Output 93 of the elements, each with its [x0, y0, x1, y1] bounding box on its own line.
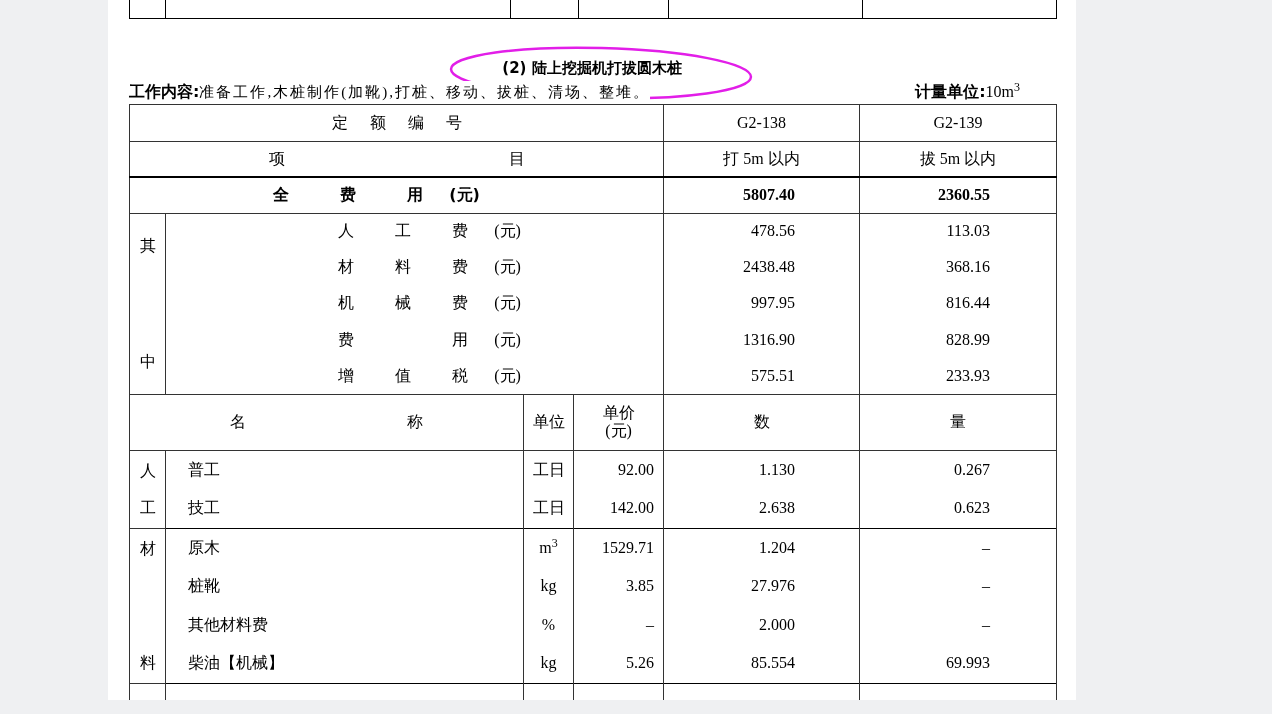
cell-text: 机	[338, 293, 355, 314]
cell-text: 费	[452, 257, 469, 278]
cell-text: 5807.40	[743, 186, 795, 204]
cell-text: (元)	[494, 365, 521, 387]
cell-text: 工日	[532, 499, 565, 517]
cell-text: 工日	[532, 460, 565, 478]
cell-text: 数	[753, 413, 770, 430]
cell-text: G2-138	[737, 113, 786, 131]
cell-text: 113.03	[946, 222, 990, 240]
cell-text: 技工	[188, 499, 220, 517]
cell-text: 2.638	[759, 499, 795, 517]
cell-text: 料	[139, 652, 156, 673]
cell-text: 号	[445, 112, 462, 133]
cell-text: 打 5m 以内	[723, 149, 800, 167]
cell-text: 575.51	[751, 366, 795, 384]
cell-text: 称	[407, 412, 423, 432]
cell-text: 142.00	[610, 499, 654, 517]
cell-text: –	[982, 577, 990, 595]
cell-text: 1316.90	[743, 330, 795, 348]
cell-text: 828.99	[946, 330, 990, 348]
section-title: (2) 陆上挖掘机打拔圆木桩	[502, 58, 682, 79]
cell-text: 材	[338, 257, 355, 278]
cell-text: 2.000	[759, 615, 795, 633]
field-label: 计量单位:	[915, 80, 986, 103]
cell-text: G2-139	[933, 113, 983, 131]
cell-text: (元)	[449, 184, 480, 207]
cell-text: 人	[338, 221, 355, 242]
cell-text: –	[646, 615, 654, 633]
field-label: 工作内容:	[129, 80, 200, 103]
cell-text: 普工	[188, 460, 220, 478]
cell-text: 费	[452, 221, 469, 242]
cell-text: 997.95	[751, 294, 795, 312]
cell-text: m$^{3}$	[539, 538, 558, 556]
cell-text: 械	[395, 293, 412, 314]
cell-text: 柴油【机械】	[188, 654, 284, 672]
cell-text: 桩靴	[188, 577, 220, 595]
cell-text: 中	[139, 351, 156, 372]
cell-text: (元)	[494, 257, 521, 278]
cell-text: 料	[395, 257, 412, 278]
cell-text: (元)	[494, 221, 521, 242]
cell-text: 5.26	[626, 654, 654, 672]
cell-text: 816.44	[946, 294, 990, 312]
cell-text: 增	[338, 365, 355, 386]
cell-text: 其	[139, 235, 156, 256]
cell-text: 费	[340, 184, 357, 207]
cell-text: 92.00	[618, 460, 654, 478]
cell-text: 编	[407, 112, 424, 133]
cell-text: 费	[452, 293, 469, 314]
unit-text: 10m$^{3}$	[985, 79, 1020, 102]
cell-text: 1529.71	[602, 538, 654, 556]
cell-text: 全	[273, 184, 290, 207]
cell-text: 额	[369, 112, 386, 133]
cell-text: kg	[540, 577, 557, 595]
cell-text: kg	[540, 654, 557, 672]
cell-text: (元)	[494, 293, 521, 314]
cell-text: 368.16	[946, 258, 990, 276]
cell-text: 2438.48	[743, 258, 795, 276]
cell-text: 税	[452, 365, 469, 386]
cell-text: –	[982, 538, 990, 556]
cell-text: (元)	[605, 422, 632, 440]
cell-text: 85.554	[751, 654, 795, 672]
cell-text: 拔 5m 以内	[919, 149, 997, 167]
work-content-text: 准备工作,木桩制作(加靴),打桩、移动、拔桩、清场、整堆。	[199, 80, 650, 103]
cell-text: 其他材料费	[188, 615, 268, 633]
cell-text: 27.976	[751, 577, 795, 595]
cell-text: (元)	[494, 329, 521, 351]
cell-text: 1.130	[759, 460, 795, 478]
cell-text: 人	[139, 460, 156, 481]
cell-text: 单位	[532, 413, 565, 430]
cell-text: 2360.55	[938, 186, 990, 204]
cell-text: 1.204	[759, 538, 795, 556]
cell-text: 工	[139, 497, 156, 518]
cell-text: 用	[452, 329, 469, 350]
cell-text: 定	[331, 112, 348, 133]
cell-text: 原木	[188, 538, 220, 556]
cell-text: 工	[395, 221, 412, 242]
cell-text: 478.56	[751, 222, 795, 240]
cell-text: 0.267	[954, 460, 990, 478]
cell-text: 费	[338, 329, 355, 350]
cell-text: –	[982, 615, 990, 633]
cell-text: %	[541, 615, 556, 633]
cell-text: 3.85	[626, 577, 654, 595]
cell-text: 材	[139, 538, 156, 559]
cell-text: 值	[395, 365, 412, 386]
cell-text: 0.623	[954, 499, 990, 517]
cell-text: 目	[508, 148, 525, 169]
cell-text: 项	[268, 148, 285, 169]
cell-text: 233.93	[946, 366, 990, 384]
cell-text: 用	[407, 184, 424, 207]
cell-text: 69.993	[946, 654, 990, 672]
cell-text: 单价	[602, 404, 635, 422]
cell-text: 量	[950, 413, 966, 430]
cell-text: 名	[230, 412, 246, 432]
